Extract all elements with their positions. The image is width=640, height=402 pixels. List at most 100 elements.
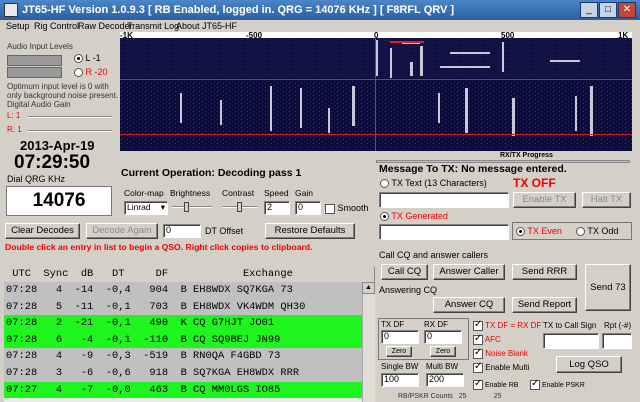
tx-status: TX OFF [513,176,556,190]
afc-option[interactable]: AFC [473,333,501,345]
enable-rb-label: Enable RB [484,381,519,389]
gain-l-label: L: 1 [7,111,21,120]
dial-qrg-field[interactable]: 14076 [6,186,112,216]
enable-rb-checkbox[interactable] [473,378,483,390]
tx-even-radio[interactable] [516,227,525,237]
answer-cq-button[interactable]: Answer CQ [433,297,505,313]
tx-df-label: TX DF [381,320,405,329]
call-cq-button[interactable]: Call CQ [381,264,428,280]
afc-checkbox[interactable] [473,333,483,345]
menu-transmit-log[interactable]: Transmit Log [127,21,179,31]
table-row[interactable]: 07:28 2 -21 -0,1 490 K CQ G7HJT JO01 [4,315,374,332]
rb-pskr-counts: RB/PSKR Counts 25 25 [398,393,502,400]
tx-text-radio[interactable] [380,179,389,189]
noise-blank-checkbox[interactable] [473,347,483,359]
gain-spinner[interactable]: 0 [295,201,321,215]
table-row[interactable]: 07:28 6 -4 -0,1 -110 B CQ SQ9BEJ JN99 [4,331,374,349]
digital-gain-label: Digital Audio Gain [7,100,71,109]
speed-spinner[interactable]: 2 [264,201,290,215]
right-channel-option[interactable]: R -20 [74,67,108,78]
table-row[interactable]: 07:28 3 -6 -0,6 918 B SQ7KGA EH8WDX RRR [4,364,374,382]
tx-odd-radio[interactable] [576,227,585,237]
single-bw-spinner[interactable]: 100 [381,373,419,387]
dt-offset-value: 0 [166,225,172,235]
rx-df-zero-button[interactable]: Zero [430,346,456,357]
close-button[interactable]: ✕ [618,2,636,18]
window-title: JT65-HF Version 1.0.9.3 [ RB Enabled, lo… [22,4,455,16]
waterfall-spectrogram [120,38,632,151]
decode-again-button[interactable]: Decode Again [86,223,158,239]
restore-defaults-button[interactable]: Restore Defaults [265,223,355,239]
current-operation-label: Current Operation: [121,167,215,179]
table-row[interactable]: 07:28 4 -9 -0,3 -519 B RN0QA F4GBD 73 [4,348,374,365]
tx-df-field[interactable]: 0 [381,330,419,344]
tx-generated-option[interactable]: TX Generated [380,211,448,222]
call-cq-title: Call CQ and answer callers [379,250,489,260]
multi-bw-spinner[interactable]: 200 [426,373,464,387]
table-row[interactable]: 07:28 5 -11 -0,1 703 B EH8WDX VK4WDM QH3… [4,298,374,316]
waterfall-display[interactable] [120,38,632,151]
enable-pskr-checkbox[interactable] [530,378,540,390]
tx-call-sign-field[interactable] [543,333,599,349]
contrast-slider-thumb[interactable] [237,202,242,212]
dt-offset-field[interactable]: 0 [163,224,201,238]
halt-tx-button[interactable]: Halt TX [582,192,631,208]
menu-raw-decoder[interactable]: Raw Decoder [78,21,133,31]
answer-caller-button[interactable]: Answer Caller [433,264,505,280]
enable-multi-checkbox[interactable] [473,361,483,373]
right-channel-radio[interactable] [74,68,83,78]
brightness-slider-thumb[interactable] [184,202,189,212]
minimize-button[interactable]: _ [580,2,598,18]
rx-df-field[interactable]: 0 [424,330,462,344]
log-qso-button[interactable]: Log QSO [556,356,622,373]
tx-text-option[interactable]: TX Text (13 Characters) [380,178,487,189]
send-rrr-button[interactable]: Send RRR [512,264,577,280]
gain-l-slider[interactable] [28,116,112,118]
enable-multi-option[interactable]: Enable Multi [473,361,529,373]
scroll-up-icon[interactable]: ▲ [362,282,375,294]
audio-hint-line1: Optimum input level is 0 with [7,82,109,91]
left-channel-radio[interactable] [74,54,83,64]
rpt-label: Rpt (-#) [604,321,632,330]
smooth-option[interactable]: Smooth [325,203,369,214]
menu-rig-control[interactable]: Rig Control [34,21,79,31]
rpt-field[interactable] [602,333,632,349]
dial-qrg-label: Dial QRG KHz [7,174,66,184]
colormap-select[interactable]: Linrad ▾ [124,201,168,215]
noise-blank-option[interactable]: Noise Blank [473,347,528,359]
enable-rb-option[interactable]: Enable RB [473,378,519,390]
date-display: 2013-Apr-19 [20,138,95,153]
brightness-slider[interactable] [172,206,212,208]
clear-decodes-button[interactable]: Clear Decodes [5,223,80,239]
title-bar[interactable]: JT65-HF Version 1.0.9.3 [ RB Enabled, lo… [0,0,640,20]
tx-df-zero-button[interactable]: Zero [386,346,412,357]
chevron-down-icon: ▾ [160,202,165,212]
smooth-checkbox[interactable] [325,203,335,214]
txdf-eq-rxdf-option[interactable]: TX DF = RX DF [473,319,541,331]
tx-text-field[interactable] [379,192,509,208]
left-channel-option[interactable]: L -1 [74,53,101,64]
txdf-eq-rxdf-checkbox[interactable] [473,319,483,331]
enable-pskr-option[interactable]: Enable PSKR [530,378,585,390]
audio-hint-line2: only background noise present. [7,91,119,100]
tx-odd-option[interactable]: TX Odd [576,226,618,237]
dt-offset-label: DT Offset [205,226,244,236]
send-73-button[interactable]: Send 73 [585,264,631,311]
send-report-button[interactable]: Send Report [512,297,577,313]
table-row[interactable]: 07:28 4 -14 -0,4 904 B EH8WDX SQ7KGA 73 [4,282,374,299]
table-row[interactable]: 07:27 4 -7 -0,0 463 B CQ MM0LGS IO85 [4,381,374,399]
gain-r-slider[interactable] [28,130,112,132]
contrast-label: Contrast [222,188,255,198]
maximize-button[interactable]: □ [599,2,617,18]
menu-about[interactable]: About JT65-HF [176,21,237,31]
tx-even-option[interactable]: TX Even [516,226,562,237]
tx-generated-radio[interactable] [380,212,389,222]
decode-list-scrollbar[interactable] [362,282,375,402]
noise-blank-label: Noise Blank [485,349,528,359]
decode-list[interactable]: UTC Sync dB DT DF Exchange 07:28 4 -14 -… [4,267,375,402]
multi-bw-value: 200 [429,374,445,384]
speed-label: Speed [264,188,289,198]
tx-generated-field[interactable] [379,224,509,240]
enable-tx-button[interactable]: Enable TX [513,192,576,208]
menu-setup[interactable]: Setup [6,21,30,31]
